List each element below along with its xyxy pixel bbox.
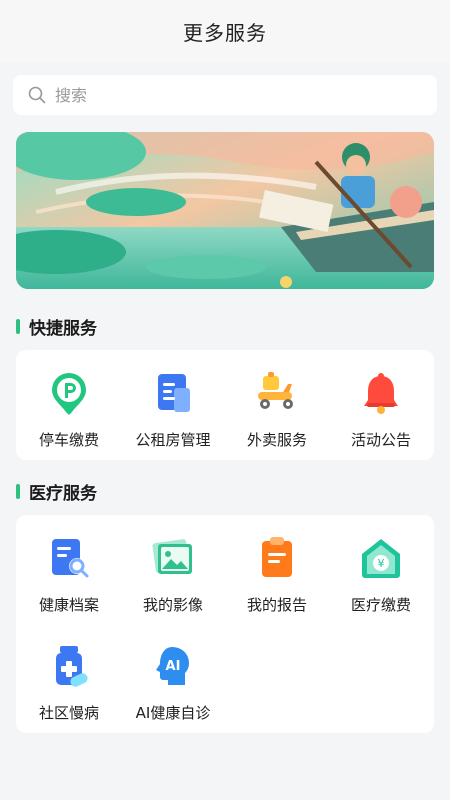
page-title: 更多服务	[183, 20, 267, 45]
parking-icon	[52, 373, 86, 415]
service-ai-self-diagnosis[interactable]: AI AI健康自诊	[121, 641, 225, 723]
service-chronic-disease[interactable]: 社区慢病	[17, 641, 121, 723]
service-label: 我的报告	[246, 596, 307, 614]
image-icon	[152, 539, 192, 574]
quick-services-card: 停车缴费 公租房管理 外卖服务 活动公告	[16, 350, 434, 460]
quick-services-header: 快捷服务	[16, 314, 97, 339]
service-label: 外卖服务	[246, 431, 307, 449]
service-label: 停车缴费	[38, 431, 99, 449]
svg-text:¥: ¥	[378, 557, 385, 570]
service-label: 活动公告	[350, 431, 411, 449]
medical-services-title: 医疗服务	[29, 484, 97, 504]
document-icon	[158, 374, 190, 412]
service-my-images[interactable]: 我的影像	[121, 533, 225, 615]
service-label: 我的影像	[142, 596, 203, 614]
service-announcements[interactable]: 活动公告	[329, 368, 433, 450]
service-health-record[interactable]: 健康档案	[17, 533, 121, 615]
banner-illustration	[16, 132, 434, 289]
service-medical-payment[interactable]: ¥ 医疗缴费	[329, 533, 433, 615]
service-label: 公租房管理	[135, 431, 211, 449]
service-parking-payment[interactable]: 停车缴费	[17, 368, 121, 450]
service-label: 健康档案	[38, 596, 99, 614]
bell-icon	[364, 373, 398, 414]
search-bar[interactable]	[13, 75, 437, 115]
payment-house-icon: ¥	[362, 539, 400, 578]
service-label: AI健康自诊	[135, 704, 211, 722]
service-public-housing[interactable]: 公租房管理	[121, 368, 225, 450]
quick-services-title: 快捷服务	[29, 319, 97, 339]
top-bar: 更多服务	[0, 0, 450, 62]
section-accent-bar	[16, 484, 20, 499]
section-accent-bar	[16, 319, 20, 334]
health-record-icon	[52, 539, 89, 578]
report-clipboard-icon	[262, 537, 292, 577]
delivery-scooter-icon	[258, 372, 293, 409]
svg-text:AI: AI	[166, 659, 181, 674]
service-label: 社区慢病	[38, 704, 99, 722]
medicine-bottle-icon	[56, 646, 88, 687]
service-my-reports[interactable]: 我的报告	[225, 533, 329, 615]
search-input[interactable]	[55, 85, 415, 105]
promo-banner[interactable]	[16, 132, 434, 289]
search-icon	[28, 86, 46, 104]
medical-services-header: 医疗服务	[16, 479, 97, 504]
medical-services-card: 健康档案 我的影像 我的报告 ¥ 医疗缴费 社区慢病 AI AI健康自诊	[16, 515, 434, 733]
service-label: 医疗缴费	[350, 596, 411, 614]
ai-head-icon: AI	[156, 647, 189, 685]
service-delivery[interactable]: 外卖服务	[225, 368, 329, 450]
